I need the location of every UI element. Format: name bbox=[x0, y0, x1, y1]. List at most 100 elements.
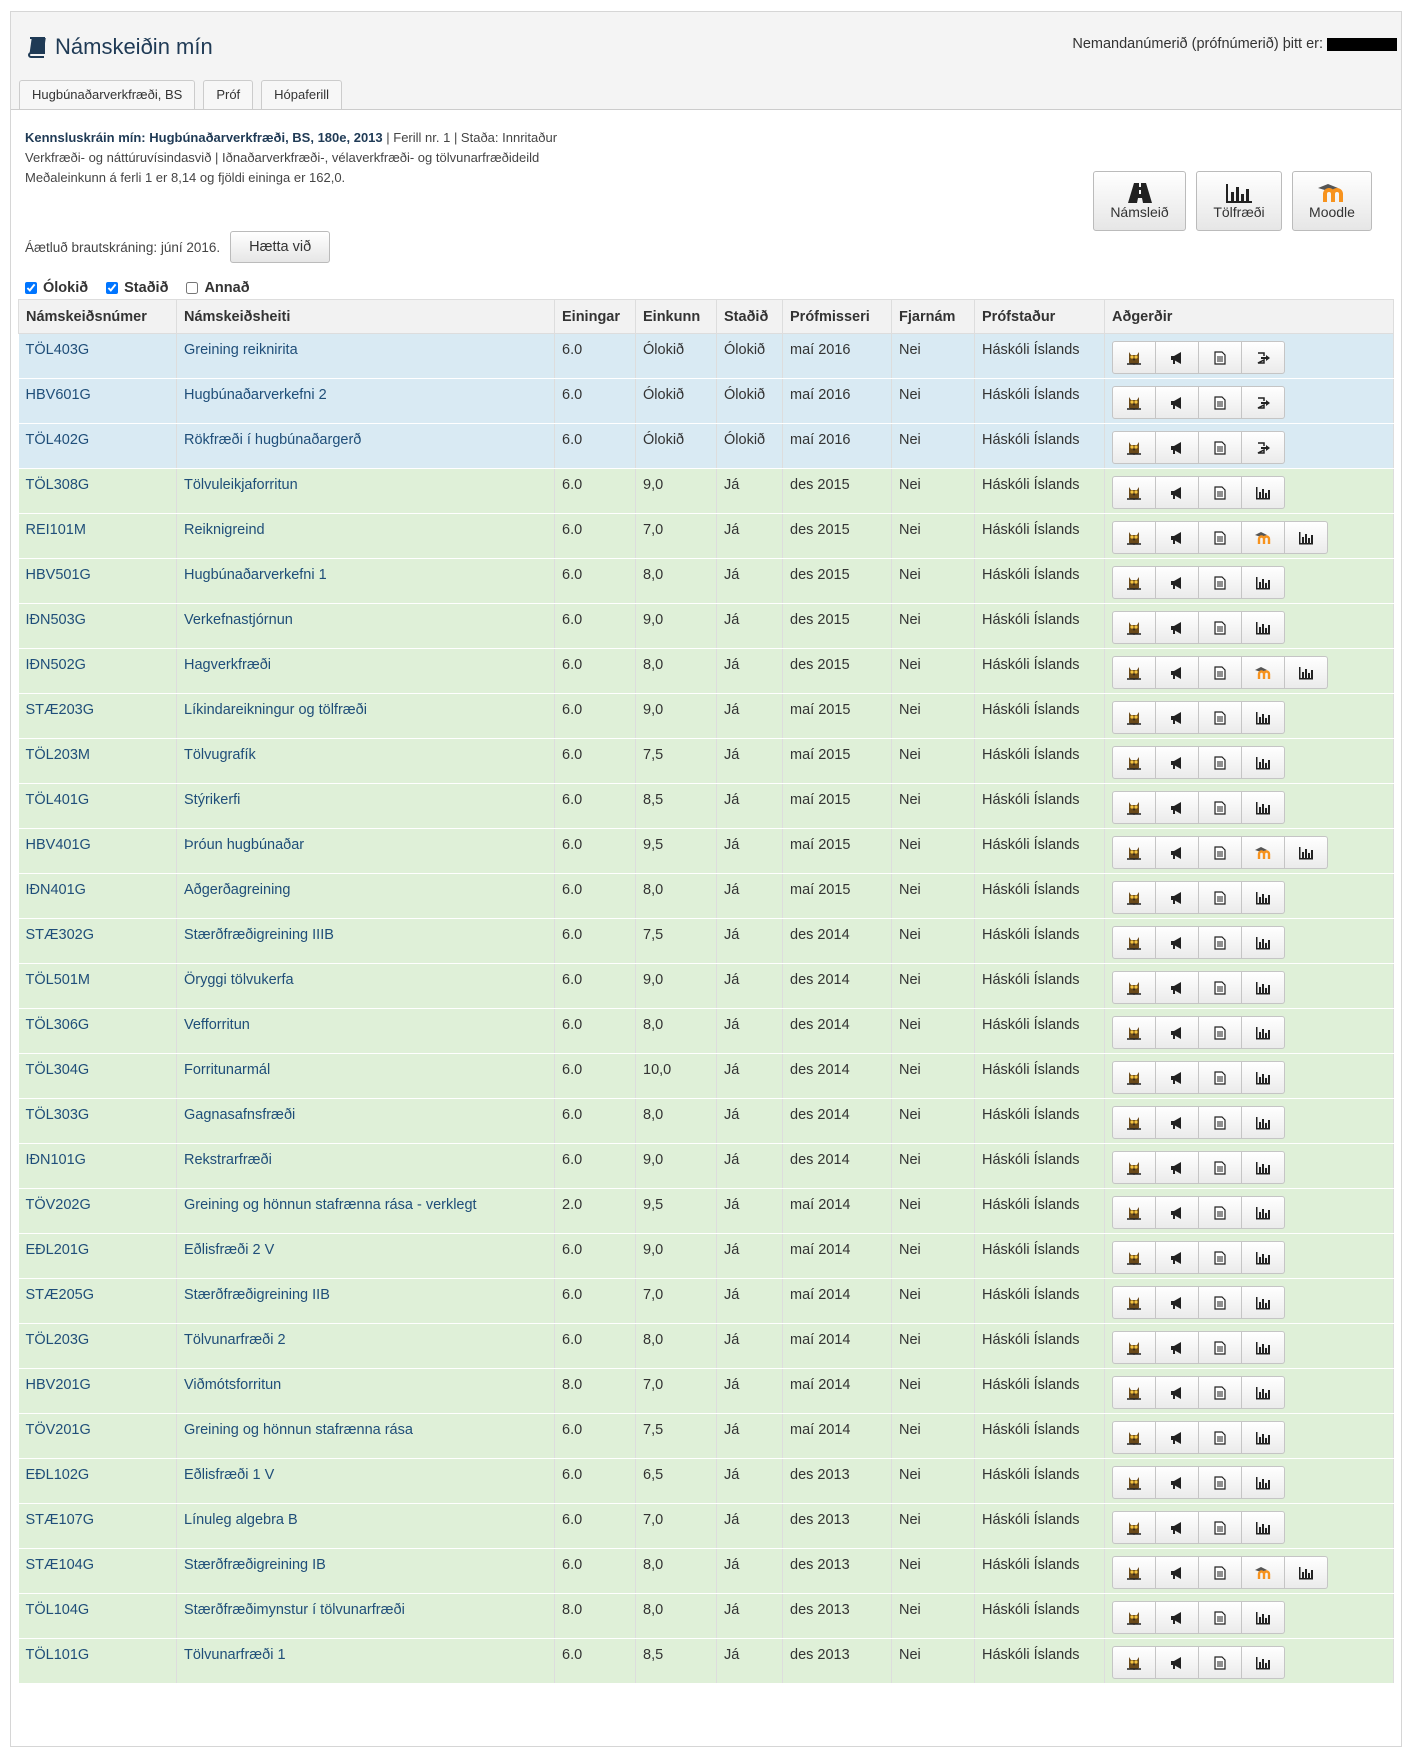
tab-exams[interactable]: Próf bbox=[203, 80, 254, 109]
megaphone-button[interactable] bbox=[1155, 1241, 1199, 1274]
ugla-button[interactable] bbox=[1112, 521, 1156, 554]
ugla-button[interactable] bbox=[1112, 1106, 1156, 1139]
document-button[interactable] bbox=[1198, 1646, 1242, 1679]
cell-name[interactable]: Stærðfræðimynstur í tölvunarfræði bbox=[176, 1593, 555, 1639]
document-button[interactable] bbox=[1198, 476, 1242, 509]
bar-chart-button[interactable] bbox=[1241, 1646, 1285, 1679]
ugla-button[interactable] bbox=[1112, 1016, 1156, 1049]
document-button[interactable] bbox=[1198, 1106, 1242, 1139]
cell-code[interactable]: TÖL501M bbox=[18, 963, 177, 1009]
bar-chart-button[interactable] bbox=[1241, 476, 1285, 509]
cell-name[interactable]: Greining og hönnun stafrænna rása - verk… bbox=[176, 1188, 555, 1234]
megaphone-button[interactable] bbox=[1155, 1466, 1199, 1499]
document-button[interactable] bbox=[1198, 1241, 1242, 1274]
cell-code[interactable]: IÐN502G bbox=[18, 648, 177, 694]
cell-code[interactable]: STÆ205G bbox=[18, 1278, 177, 1324]
ugla-button[interactable] bbox=[1112, 1286, 1156, 1319]
document-button[interactable] bbox=[1198, 791, 1242, 824]
document-button[interactable] bbox=[1198, 431, 1242, 464]
cell-code[interactable]: REI101M bbox=[18, 513, 177, 559]
megaphone-button[interactable] bbox=[1155, 1376, 1199, 1409]
document-button[interactable] bbox=[1198, 971, 1242, 1004]
ugla-button[interactable] bbox=[1112, 1376, 1156, 1409]
bar-chart-button[interactable] bbox=[1241, 1241, 1285, 1274]
cell-code[interactable]: TÖL401G bbox=[18, 783, 177, 829]
cell-code[interactable]: STÆ107G bbox=[18, 1503, 177, 1549]
megaphone-button[interactable] bbox=[1155, 386, 1199, 419]
col-header-place[interactable]: Prófstaður bbox=[974, 299, 1105, 334]
cell-code[interactable]: STÆ104G bbox=[18, 1548, 177, 1594]
cell-name[interactable]: Gagnasafnsfræði bbox=[176, 1098, 555, 1144]
cell-name[interactable]: Þróun hugbúnaðar bbox=[176, 828, 555, 874]
cell-name[interactable]: Stærðfræðigreining IB bbox=[176, 1548, 555, 1594]
cell-code[interactable]: TÖV202G bbox=[18, 1188, 177, 1234]
filter-unfinished[interactable]: Ólokið bbox=[25, 280, 88, 296]
bar-chart-button[interactable] bbox=[1241, 1511, 1285, 1544]
document-button[interactable] bbox=[1198, 1151, 1242, 1184]
cell-code[interactable]: IÐN401G bbox=[18, 873, 177, 919]
cell-name[interactable]: Rekstrarfræði bbox=[176, 1143, 555, 1189]
bar-chart-button[interactable] bbox=[1241, 611, 1285, 644]
col-header-code[interactable]: Námskeiðsnúmer bbox=[18, 299, 177, 334]
cell-code[interactable]: EÐL201G bbox=[18, 1233, 177, 1279]
megaphone-button[interactable] bbox=[1155, 1511, 1199, 1544]
bar-chart-button[interactable] bbox=[1241, 926, 1285, 959]
cell-code[interactable]: TÖL203G bbox=[18, 1323, 177, 1369]
cell-name[interactable]: Tölvunarfræði 1 bbox=[176, 1638, 555, 1684]
cell-name[interactable]: Öryggi tölvukerfa bbox=[176, 963, 555, 1009]
moodle-button[interactable] bbox=[1241, 1556, 1285, 1589]
cell-name[interactable]: Rökfræði í hugbúnaðargerð bbox=[176, 423, 555, 469]
document-button[interactable] bbox=[1198, 1601, 1242, 1634]
bar-chart-button[interactable] bbox=[1241, 1421, 1285, 1454]
bar-chart-button[interactable] bbox=[1284, 521, 1328, 554]
bar-chart-button[interactable] bbox=[1241, 746, 1285, 779]
megaphone-button[interactable] bbox=[1155, 926, 1199, 959]
cell-code[interactable]: TÖL403G bbox=[18, 333, 177, 379]
bar-chart-button[interactable] bbox=[1241, 701, 1285, 734]
ugla-button[interactable] bbox=[1112, 1241, 1156, 1274]
megaphone-button[interactable] bbox=[1155, 836, 1199, 869]
megaphone-button[interactable] bbox=[1155, 791, 1199, 824]
document-button[interactable] bbox=[1198, 611, 1242, 644]
bar-chart-button[interactable] bbox=[1241, 1151, 1285, 1184]
exit-button[interactable] bbox=[1241, 431, 1285, 464]
document-button[interactable] bbox=[1198, 881, 1242, 914]
tab-group-history[interactable]: Hópaferill bbox=[261, 80, 343, 109]
document-button[interactable] bbox=[1198, 1466, 1242, 1499]
document-button[interactable] bbox=[1198, 1061, 1242, 1094]
col-header-term[interactable]: Prófmisseri bbox=[782, 299, 892, 334]
col-header-passed[interactable]: Staðið bbox=[716, 299, 783, 334]
document-button[interactable] bbox=[1198, 1556, 1242, 1589]
ugla-button[interactable] bbox=[1112, 1466, 1156, 1499]
cell-name[interactable]: Viðmótsforritun bbox=[176, 1368, 555, 1414]
bar-chart-button[interactable] bbox=[1241, 1196, 1285, 1229]
cell-name[interactable]: Greining reiknirita bbox=[176, 333, 555, 379]
cell-code[interactable]: TÖL306G bbox=[18, 1008, 177, 1054]
document-button[interactable] bbox=[1198, 1016, 1242, 1049]
filter-unfinished-checkbox[interactable] bbox=[25, 282, 37, 294]
study-path-button[interactable]: Námsleið bbox=[1093, 171, 1186, 231]
megaphone-button[interactable] bbox=[1155, 1016, 1199, 1049]
megaphone-button[interactable] bbox=[1155, 1106, 1199, 1139]
bar-chart-button[interactable] bbox=[1284, 656, 1328, 689]
cell-name[interactable]: Greining og hönnun stafrænna rása bbox=[176, 1413, 555, 1459]
ugla-button[interactable] bbox=[1112, 1646, 1156, 1679]
ugla-button[interactable] bbox=[1112, 701, 1156, 734]
col-header-remote[interactable]: Fjarnám bbox=[891, 299, 975, 334]
bar-chart-button[interactable] bbox=[1241, 1106, 1285, 1139]
ugla-button[interactable] bbox=[1112, 656, 1156, 689]
cell-name[interactable]: Stýrikerfi bbox=[176, 783, 555, 829]
bar-chart-button[interactable] bbox=[1241, 1601, 1285, 1634]
ugla-button[interactable] bbox=[1112, 1061, 1156, 1094]
megaphone-button[interactable] bbox=[1155, 566, 1199, 599]
document-button[interactable] bbox=[1198, 521, 1242, 554]
megaphone-button[interactable] bbox=[1155, 701, 1199, 734]
filter-passed[interactable]: Staðið bbox=[106, 280, 168, 296]
cell-code[interactable]: TÖL203M bbox=[18, 738, 177, 784]
megaphone-button[interactable] bbox=[1155, 656, 1199, 689]
ugla-button[interactable] bbox=[1112, 476, 1156, 509]
cell-name[interactable]: Tölvunarfræði 2 bbox=[176, 1323, 555, 1369]
cell-name[interactable]: Stærðfræðigreining IIIB bbox=[176, 918, 555, 964]
cell-name[interactable]: Eðlisfræði 2 V bbox=[176, 1233, 555, 1279]
exit-button[interactable] bbox=[1241, 341, 1285, 374]
